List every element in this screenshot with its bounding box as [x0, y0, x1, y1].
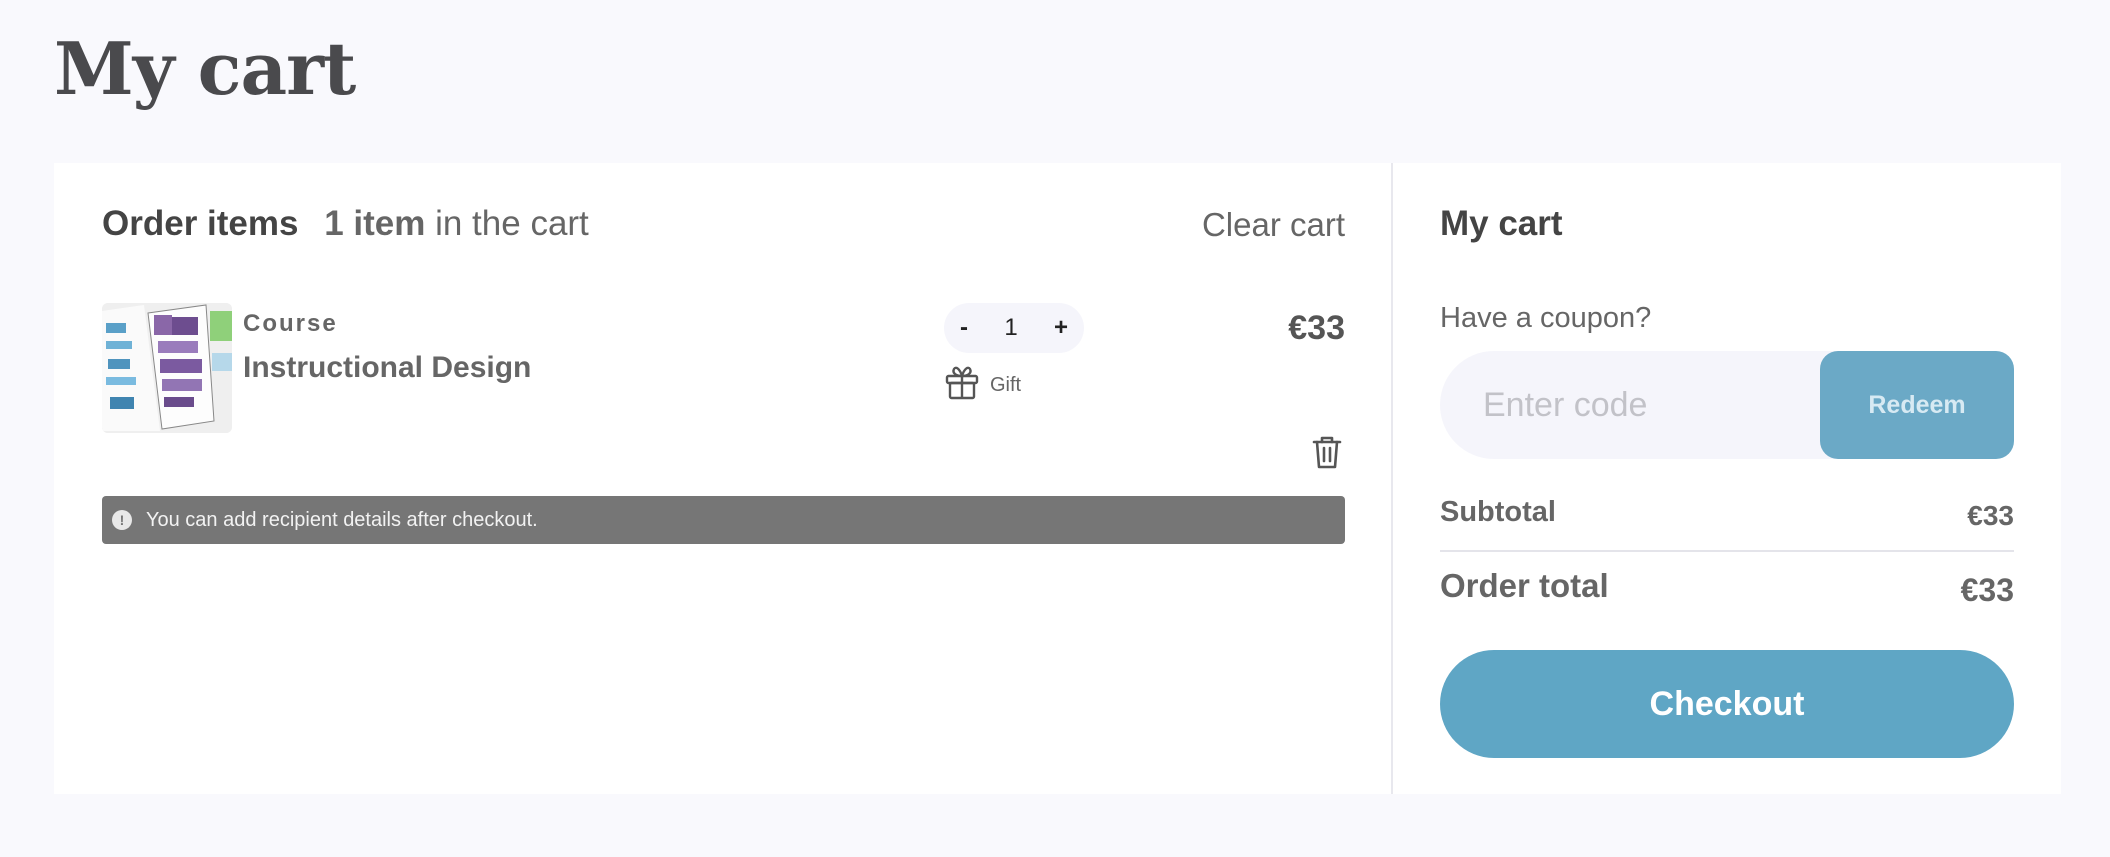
trash-icon	[1311, 436, 1343, 474]
increase-quantity-button[interactable]: +	[1054, 314, 1068, 342]
quantity-stepper: - 1 +	[944, 303, 1084, 353]
gift-toggle[interactable]: Gift	[944, 364, 1021, 406]
coupon-input[interactable]	[1483, 380, 1813, 430]
item-count: 1 item	[324, 204, 426, 243]
gift-icon	[944, 364, 980, 406]
order-items-title: Order items	[102, 204, 299, 243]
decrease-quantity-button[interactable]: -	[960, 314, 968, 342]
recipient-notice: ! You can add recipient details after ch…	[102, 496, 1345, 544]
coupon-label: Have a coupon?	[1440, 302, 1652, 334]
subtotal-label: Subtotal	[1440, 496, 1556, 528]
order-total-value: €33	[1960, 572, 2014, 608]
notice-text: You can add recipient details after chec…	[146, 508, 538, 531]
summary-divider	[1440, 550, 2014, 552]
summary-title: My cart	[1440, 204, 1563, 243]
exclamation-circle-icon: !	[112, 510, 132, 530]
order-total-label: Order total	[1440, 567, 1609, 604]
checkout-button[interactable]: Checkout	[1440, 650, 2014, 758]
item-type: Course	[243, 310, 338, 337]
remove-item-button[interactable]	[1311, 434, 1343, 470]
course-thumbnail	[102, 303, 232, 433]
redeem-button[interactable]: Redeem	[1820, 351, 2014, 459]
page-title: My cart	[54, 26, 356, 111]
item-count-suffix: in the cart	[435, 204, 589, 243]
subtotal-value: €33	[1967, 500, 2014, 531]
item-name: Instructional Design	[243, 351, 532, 384]
order-items-header: Order items 1 item in the cart	[102, 204, 589, 244]
clear-cart-link[interactable]: Clear cart	[1202, 206, 1345, 244]
quantity-value: 1	[1004, 314, 1018, 341]
item-price: €33	[1288, 309, 1345, 347]
column-divider	[1391, 163, 1393, 794]
gift-label: Gift	[990, 373, 1022, 396]
